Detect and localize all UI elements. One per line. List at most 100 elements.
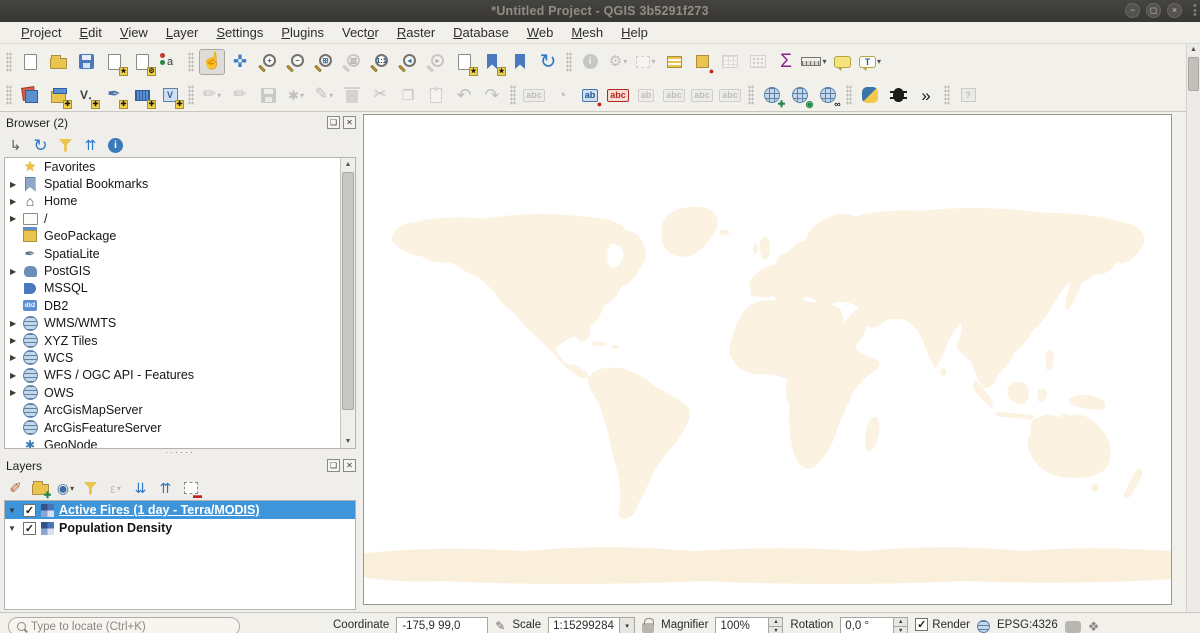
expand-arrow-icon[interactable]: ▶ [10,336,22,345]
measure-line-icon[interactable]: ▾ [801,49,827,75]
minimize-button[interactable]: − [1125,3,1140,18]
add-group-icon[interactable]: ✚ [30,478,51,499]
lock-scale-icon[interactable] [642,623,654,633]
layer-row[interactable]: ▼Active Fires (1 day - Terra/MODIS) [5,501,355,519]
text-annotation-icon[interactable]: T▾ [857,49,883,75]
toolbar-grip[interactable] [748,85,754,105]
expand-arrow-icon[interactable]: ▶ [10,353,22,362]
toolbar-grip[interactable] [6,52,12,72]
data-source-manager-icon[interactable] [17,82,43,108]
layers-close-button[interactable] [343,459,356,472]
new-spatial-bookmark-icon[interactable]: ★ [479,49,505,75]
maximize-button[interactable]: ◻ [1146,3,1161,18]
spin-up-icon[interactable]: ▲ [894,618,907,627]
browser-close-button[interactable] [343,116,356,129]
rotation-spinner[interactable]: 0,0 ° ▲▼ [840,617,908,633]
browser-item-[interactable]: ▶/ [5,210,355,227]
search-catalog-icon[interactable]: ◉ [787,82,813,108]
open-layer-styling-icon[interactable]: ✐ [5,478,26,499]
deselect-features-icon[interactable]: ● [689,49,715,75]
toolbar-grip[interactable] [846,85,852,105]
layer-row[interactable]: ▼Population Density [5,519,355,537]
expand-arrow-icon[interactable]: ▶ [10,180,22,189]
toolbar-grip[interactable] [6,85,12,105]
expand-arrow-icon[interactable]: ▶ [10,319,22,328]
browser-item-arcgisfeatureserver[interactable]: ArcGisFeatureServer [5,419,355,436]
browser-item-home[interactable]: ▶Home [5,193,355,210]
menu-edit[interactable]: Edit [70,22,110,44]
locator-search-input[interactable]: Type to locate (Ctrl+K) [8,617,240,633]
menu-database[interactable]: Database [444,22,518,44]
browser-item-geopackage[interactable]: GeoPackage [5,228,355,245]
toolbar-grip[interactable] [944,85,950,105]
browser-scrollbar[interactable]: ▲ ▼ [340,158,355,448]
menu-layer[interactable]: Layer [157,22,208,44]
expand-arrow-icon[interactable]: ▶ [10,267,22,276]
menu-raster[interactable]: Raster [388,22,444,44]
titlebar-menu-icon[interactable] [1193,4,1197,18]
layer-visibility-checkbox[interactable] [23,522,36,535]
map-tips-icon[interactable] [829,49,855,75]
toolbar-overflow-icon[interactable]: » [913,82,939,108]
menu-plugins[interactable]: Plugins [272,22,333,44]
add-selected-layers-icon[interactable]: ↳ [5,135,26,156]
new-shapefile-layer-icon[interactable]: V․✚ [73,82,99,108]
scroll-down-icon[interactable]: ▼ [341,435,355,448]
browser-item-ows[interactable]: ▶OWS [5,384,355,401]
zoom-in-icon[interactable]: + [255,49,281,75]
new-geopackage-layer-icon[interactable]: ✚ [45,82,71,108]
debug-tools-icon[interactable] [885,82,911,108]
new-print-layout-icon[interactable]: ★ [101,49,127,75]
extents-toggle-icon[interactable] [495,617,505,633]
toolbar-grip[interactable] [566,52,572,72]
manage-map-themes-icon[interactable]: ◉▾ [55,478,76,499]
spin-down-icon[interactable]: ▼ [894,627,907,633]
spin-up-icon[interactable]: ▲ [769,618,782,627]
menu-mesh[interactable]: Mesh [562,22,612,44]
browser-item-geonode[interactable]: GeoNode [5,436,355,449]
filter-legend-icon[interactable] [80,478,101,499]
toolbar-grip[interactable] [510,85,516,105]
collapse-arrow-icon[interactable]: ▼ [8,524,18,533]
browser-item-postgis[interactable]: ▶PostGIS [5,262,355,279]
messages-icon[interactable] [1065,621,1081,633]
menu-project[interactable]: Project [12,22,70,44]
browser-item-wfs-ogc-api-features[interactable]: ▶WFS / OGC API - Features [5,367,355,384]
browser-item-mssql[interactable]: MSSQL [5,280,355,297]
layers-float-button[interactable] [327,459,340,472]
expand-arrow-icon[interactable]: ▶ [10,388,22,397]
render-checkbox[interactable] [915,618,928,631]
scale-combo[interactable]: 1:15299284 [548,617,635,633]
expand-all-icon[interactable]: ⇊ [130,478,151,499]
browser-item-db2[interactable]: DB2 [5,297,355,314]
browser-properties-icon[interactable]: i [105,135,126,156]
crs-value[interactable]: EPSG:4326 [997,617,1058,631]
new-project-icon[interactable] [17,49,43,75]
metasearch-icon[interactable]: ∞ [815,82,841,108]
browser-item-arcgismapserver[interactable]: ArcGisMapServer [5,401,355,418]
expand-arrow-icon[interactable]: ▶ [10,214,22,223]
refresh-map-icon[interactable]: ↻ [535,49,561,75]
select-features-by-value-icon[interactable] [661,49,687,75]
browser-item-spatial-bookmarks[interactable]: ▶Spatial Bookmarks [5,175,355,192]
browser-float-button[interactable] [327,116,340,129]
browser-item-wms-wmts[interactable]: ▶WMS/WMTS [5,315,355,332]
pan-map-icon[interactable]: ☝ [199,49,225,75]
menu-help[interactable]: Help [612,22,657,44]
new-spatialite-layer-icon[interactable]: ✒✚ [101,82,127,108]
collapse-arrow-icon[interactable]: ▼ [8,506,18,515]
zoom-native-resolution-icon[interactable]: 1:1 [367,49,393,75]
save-project-icon[interactable] [73,49,99,75]
filter-browser-icon[interactable] [55,135,76,156]
refresh-browser-icon[interactable]: ↻ [30,135,51,156]
browser-item-xyz-tiles[interactable]: ▶XYZ Tiles [5,332,355,349]
notifications-icon[interactable] [1088,617,1100,633]
style-manager-icon[interactable]: a [157,49,183,75]
collapse-all-layers-icon[interactable]: ⇈ [155,478,176,499]
open-project-icon[interactable] [45,49,71,75]
coordinate-input[interactable]: -175,9 99,0 [396,617,488,633]
window-scrollbar[interactable]: ▲ [1186,44,1200,633]
menu-vector[interactable]: Vector [333,22,388,44]
python-console-icon[interactable] [857,82,883,108]
menu-view[interactable]: View [111,22,157,44]
